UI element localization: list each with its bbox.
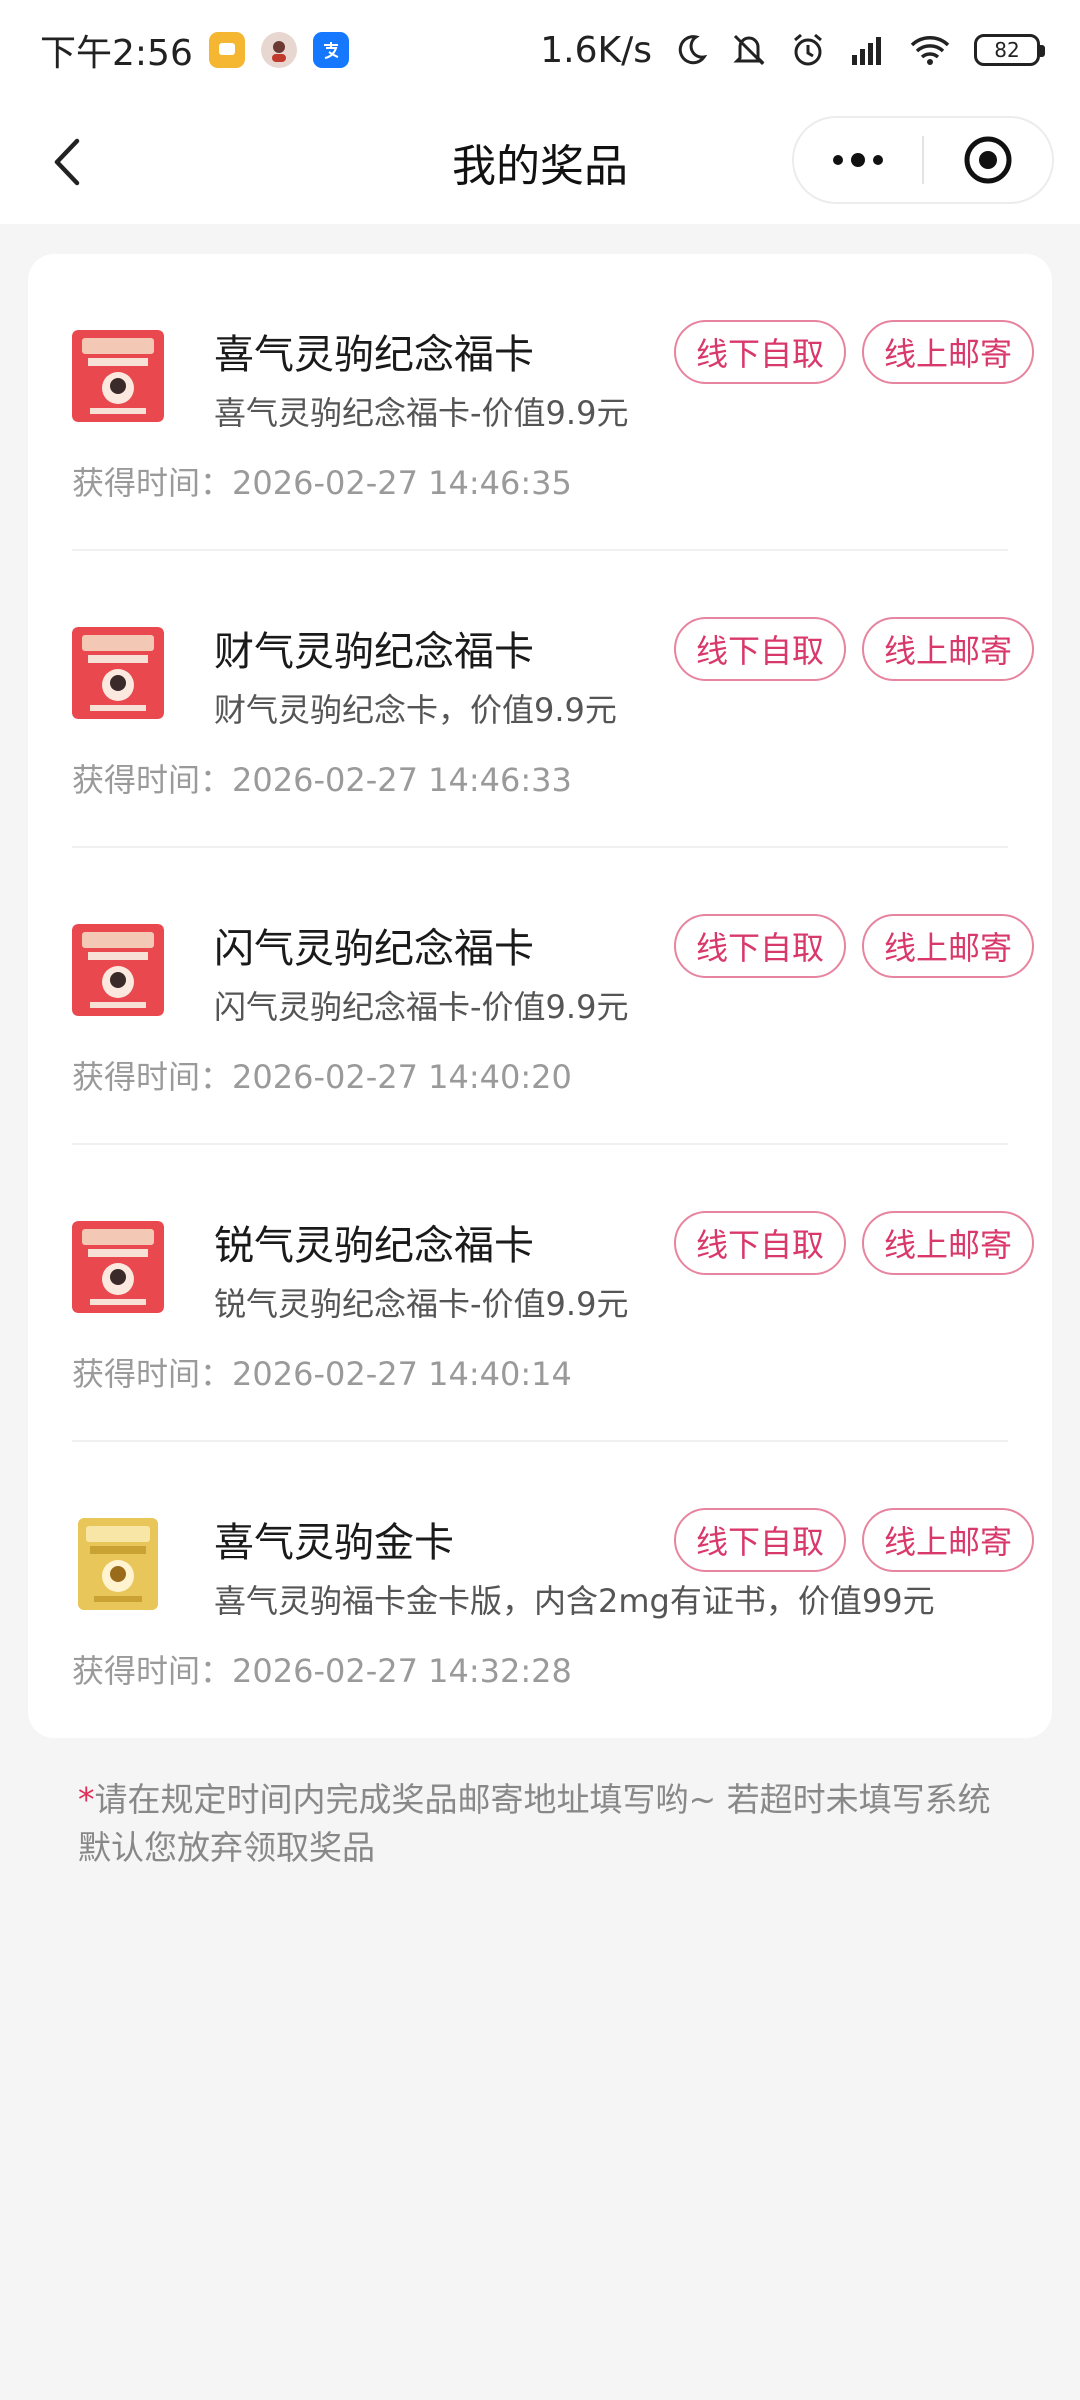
notice-text: *请在规定时间内完成奖品邮寄地址填写哟~ 若超时未填写系统默认您放弃领取奖品 — [78, 1776, 1008, 1872]
alipay-app-icon — [312, 32, 349, 68]
prize-obtained-time: 获得时间：2026-02-27 14:40:20 — [72, 1058, 572, 1096]
prize-name: 喜气灵驹金卡 — [214, 1520, 454, 1566]
prize-obtained-time: 获得时间：2026-02-27 14:32:28 — [72, 1652, 572, 1690]
status-left: 下午2:56 — [40, 24, 349, 76]
prize-item: 财气灵驹纪念福卡 财气灵驹纪念卡，价值9.9元 获得时间：2026-02-27 … — [72, 551, 1034, 848]
online-mail-button[interactable]: 线上邮寄 — [862, 617, 1034, 681]
close-mini-program-button[interactable] — [924, 118, 1052, 202]
message-app-icon — [208, 32, 245, 68]
online-mail-button[interactable]: 线上邮寄 — [862, 1508, 1034, 1572]
status-right: 1.6K/s 82 — [540, 29, 1045, 71]
prize-obtained-time: 获得时间：2026-02-27 14:46:33 — [72, 761, 572, 799]
prize-item: 喜气灵驹金卡 喜气灵驹福卡金卡版，内含2mg有证书，价值99元 获得时间：202… — [72, 1442, 1034, 1739]
offline-pickup-button[interactable]: 线下自取 — [674, 1211, 846, 1275]
target-circle-icon — [964, 136, 1012, 184]
prize-thumbnail-image — [72, 330, 164, 422]
prize-thumbnail-image — [72, 627, 164, 719]
moon-icon — [674, 33, 708, 67]
mini-program-capsule — [792, 116, 1054, 204]
wifi-icon — [908, 33, 952, 67]
prize-description: 闪气灵驹纪念福卡-价值9.9元 — [214, 988, 629, 1026]
back-button[interactable] — [38, 132, 98, 192]
online-mail-button[interactable]: 线上邮寄 — [862, 320, 1034, 384]
alarm-icon — [790, 32, 826, 68]
notice-star: * — [78, 1780, 95, 1819]
chevron-left-icon — [54, 138, 80, 186]
battery-icon: 82 — [974, 34, 1045, 66]
prize-item: 闪气灵驹纪念福卡 闪气灵驹纪念福卡-价值9.9元 获得时间：2026-02-27… — [72, 848, 1034, 1145]
prize-list-card: 喜气灵驹纪念福卡 喜气灵驹纪念福卡-价值9.9元 获得时间：2026-02-27… — [28, 254, 1052, 1738]
prize-thumbnail-image — [72, 924, 164, 1016]
status-time: 下午2:56 — [40, 33, 193, 74]
offline-pickup-button[interactable]: 线下自取 — [674, 914, 846, 978]
offline-pickup-button[interactable]: 线下自取 — [674, 617, 846, 681]
prize-item: 锐气灵驹纪念福卡 锐气灵驹纪念福卡-价值9.9元 获得时间：2026-02-27… — [72, 1145, 1034, 1442]
prize-item: 喜气灵驹纪念福卡 喜气灵驹纪念福卡-价值9.9元 获得时间：2026-02-27… — [72, 254, 1034, 551]
signal-icon — [848, 33, 886, 67]
network-speed: 1.6K/s — [540, 29, 652, 71]
prize-name: 闪气灵驹纪念福卡 — [214, 926, 534, 972]
prize-name: 锐气灵驹纪念福卡 — [214, 1223, 534, 1269]
offline-pickup-button[interactable]: 线下自取 — [674, 1508, 846, 1572]
prize-obtained-time: 获得时间：2026-02-27 14:40:14 — [72, 1355, 572, 1393]
prize-name: 财气灵驹纪念福卡 — [214, 629, 534, 675]
avatar-app-icon — [260, 32, 297, 68]
prize-name: 喜气灵驹纪念福卡 — [214, 332, 534, 378]
online-mail-button[interactable]: 线上邮寄 — [862, 1211, 1034, 1275]
prize-description: 财气灵驹纪念卡，价值9.9元 — [214, 691, 617, 729]
page-title: 我的奖品 — [452, 141, 628, 192]
status-bar: 下午2:56 1.6K/s 82 — [0, 0, 1080, 100]
more-dots-icon — [833, 153, 883, 167]
online-mail-button[interactable]: 线上邮寄 — [862, 914, 1034, 978]
prize-description: 喜气灵驹福卡金卡版，内含2mg有证书，价值99元 — [214, 1582, 935, 1620]
notice-body: 请在规定时间内完成奖品邮寄地址填写哟~ 若超时未填写系统默认您放弃领取奖品 — [78, 1780, 991, 1867]
offline-pickup-button[interactable]: 线下自取 — [674, 320, 846, 384]
prize-thumbnail-image — [72, 1518, 164, 1610]
prize-description: 锐气灵驹纪念福卡-价值9.9元 — [214, 1285, 629, 1323]
mute-icon — [730, 32, 768, 68]
prize-thumbnail-image — [72, 1221, 164, 1313]
nav-bar: 我的奖品 — [0, 100, 1080, 224]
more-button[interactable] — [794, 118, 922, 202]
prize-obtained-time: 获得时间：2026-02-27 14:46:35 — [72, 464, 572, 502]
prize-description: 喜气灵驹纪念福卡-价值9.9元 — [214, 394, 629, 432]
